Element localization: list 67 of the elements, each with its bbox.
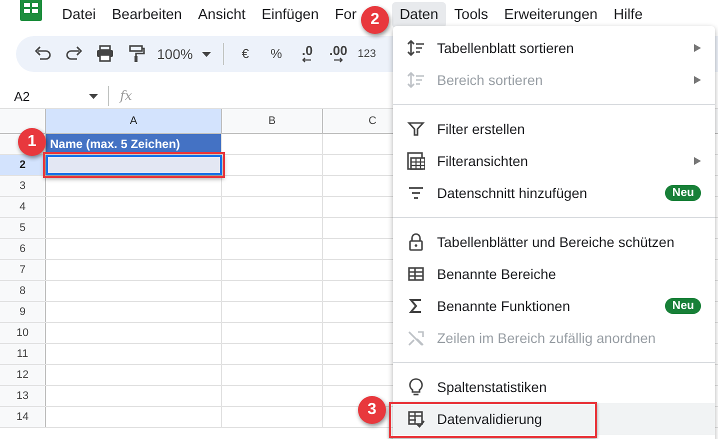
menu-item[interactable]: Ansicht — [190, 2, 254, 28]
column-header[interactable]: B — [222, 109, 323, 133]
step-badge: 3 — [358, 396, 386, 424]
submenu-arrow-icon — [694, 76, 701, 84]
menu-item[interactable]: Tools — [446, 2, 496, 28]
zoom-select[interactable]: 100% — [151, 40, 217, 68]
caret-icon — [202, 52, 211, 56]
row-header[interactable]: 13 — [0, 386, 46, 406]
validation-icon — [407, 410, 425, 428]
caret-icon — [89, 94, 98, 98]
undo-icon — [34, 45, 52, 63]
submenu-arrow-icon — [694, 157, 701, 165]
lightbulb-icon — [407, 378, 425, 396]
row-header[interactable]: 6 — [0, 239, 46, 259]
lock-icon — [407, 233, 425, 251]
left-arrow-icon — [301, 57, 314, 63]
menu-item[interactable]: Tabellenblätter und Bereiche schützen — [393, 226, 715, 258]
row-header[interactable]: 7 — [0, 260, 46, 280]
menu-item[interactable]: Hilfe — [606, 2, 651, 28]
step-badge: 2 — [361, 6, 389, 34]
row-header[interactable]: 12 — [0, 365, 46, 385]
format-button[interactable]: 123 — [354, 40, 380, 68]
row-header[interactable]: 8 — [0, 281, 46, 301]
header-cell[interactable]: Name (max. 5 Zeichen) — [46, 134, 222, 154]
row-header[interactable]: 4 — [0, 197, 46, 217]
format-button[interactable]: .00 — [322, 40, 354, 68]
row-header[interactable]: 5 — [0, 218, 46, 238]
menu-item[interactable]: Daten — [392, 2, 446, 28]
submenu-arrow-icon — [694, 44, 701, 52]
row-header[interactable]: 3 — [0, 176, 46, 196]
paint-roller-icon — [126, 45, 144, 63]
menu-item[interactable]: Benannte Bereiche — [393, 258, 715, 290]
row-header[interactable]: 9 — [0, 302, 46, 322]
new-badge: Neu — [665, 298, 701, 314]
slicer-icon — [407, 184, 425, 202]
filter-views-icon — [407, 152, 425, 170]
print-icon — [96, 45, 114, 63]
menu-item[interactable]: Einfügen — [254, 2, 327, 28]
menu-item[interactable]: For — [326, 2, 357, 28]
format-button[interactable]: € — [230, 40, 261, 68]
menu-item[interactable]: Spaltenstatistiken — [393, 371, 715, 403]
function-label: fx — [120, 88, 132, 104]
menu-item[interactable]: Tabellenblatt sortieren — [393, 32, 715, 64]
menu-item[interactable]: Bearbeiten — [104, 2, 190, 28]
table-icon — [407, 265, 425, 283]
name-box[interactable]: A2 — [0, 85, 108, 107]
row-header[interactable]: 2 — [0, 155, 46, 175]
active-cell[interactable] — [46, 155, 222, 175]
menu-item[interactable]: Filteransichten — [393, 145, 715, 177]
row-header[interactable]: 10 — [0, 323, 46, 343]
menu-item[interactable]: Benannte Funktionen Neu — [393, 290, 715, 322]
menu-item[interactable]: Erweiterungen — [496, 2, 606, 28]
format-button[interactable]: .0 — [292, 40, 323, 68]
right-arrow-icon — [332, 57, 344, 63]
filter-icon — [407, 120, 425, 138]
shuffle-icon — [407, 329, 425, 347]
row-header[interactable]: 11 — [0, 344, 46, 364]
menu-item[interactable]: Datenschnitt hinzufügen Neu — [393, 177, 715, 209]
menu-item[interactable]: Datei — [54, 2, 104, 28]
column-header[interactable]: A — [46, 109, 222, 133]
row-header[interactable]: 14 — [0, 407, 46, 427]
sort-icon — [407, 39, 425, 57]
new-badge: Neu — [665, 185, 701, 201]
format-button[interactable]: % — [260, 40, 292, 68]
sheets-logo-icon — [20, 0, 42, 21]
redo-icon — [64, 45, 82, 63]
sort-icon — [407, 71, 425, 89]
